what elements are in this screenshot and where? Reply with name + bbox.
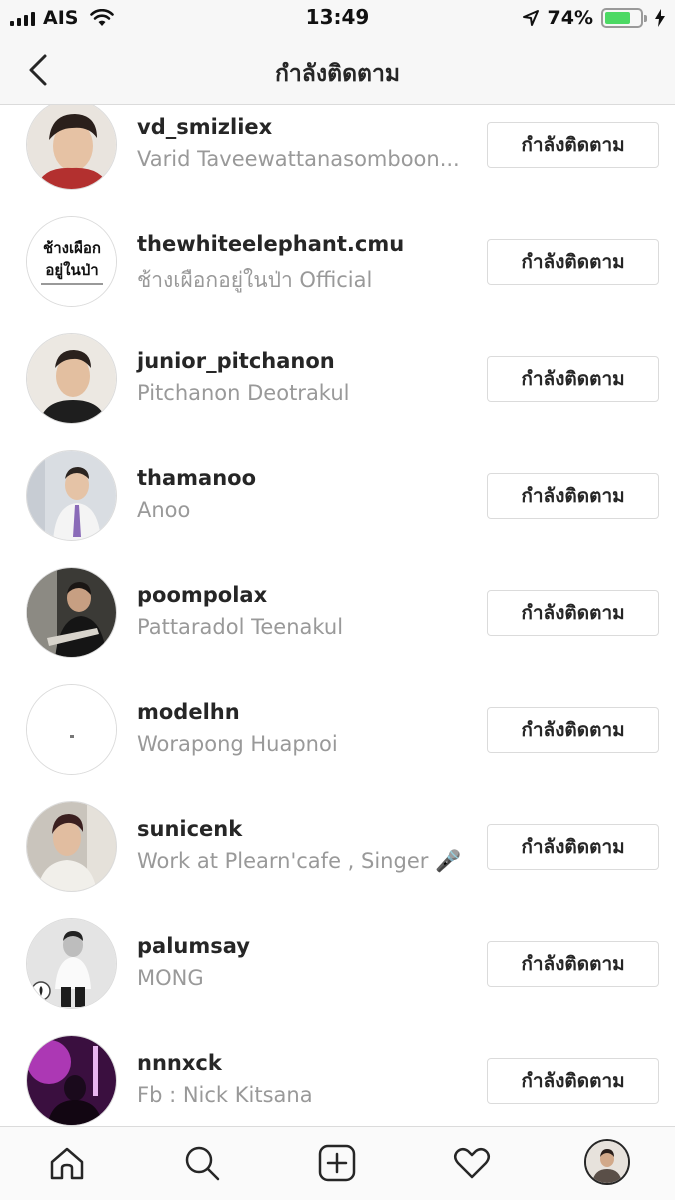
- full-name: Pattaradol Teenakul: [137, 615, 344, 639]
- charging-bolt-icon: [655, 9, 665, 27]
- following-button[interactable]: กำลังติดตาม: [487, 473, 659, 519]
- following-button[interactable]: กำลังติดตาม: [487, 941, 659, 987]
- avatar-logo-line-1: ช้างเผือก: [43, 239, 101, 257]
- username[interactable]: sunicenk: [137, 817, 242, 841]
- following-button[interactable]: กำลังติดตาม: [487, 239, 659, 285]
- status-bar: AIS 13:49 74%: [0, 0, 675, 36]
- search-icon: [185, 1146, 220, 1181]
- username[interactable]: modelhn: [137, 700, 240, 724]
- battery-percent: 74%: [547, 7, 593, 29]
- list-item: poompolax Pattaradol Teenakul กำลังติดตา…: [0, 563, 675, 680]
- following-button[interactable]: กำลังติดตาม: [487, 356, 659, 402]
- list-item: modelhn Worapong Huapnoi กำลังติดตาม: [0, 680, 675, 797]
- list-item: thamanoo Anoo กำลังติดตาม: [0, 446, 675, 563]
- tab-search[interactable]: [180, 1141, 224, 1185]
- profile-avatar: [586, 1141, 628, 1183]
- avatar-logo-line-2: อยู่ในป่า: [45, 261, 98, 280]
- full-name: Fb : Nick Kitsana: [137, 1083, 313, 1107]
- bottom-tab-bar: [0, 1126, 675, 1200]
- username[interactable]: vd_smizliex: [137, 115, 272, 139]
- username[interactable]: junior_pitchanon: [137, 349, 335, 373]
- full-name: Anoo: [137, 498, 191, 522]
- tab-add-post[interactable]: [315, 1141, 359, 1185]
- list-item: junior_pitchanon Pitchanon Deotrakul กำล…: [0, 329, 675, 446]
- username[interactable]: palumsay: [137, 934, 250, 958]
- full-name: Worapong Huapnoi: [137, 732, 338, 756]
- avatar[interactable]: [26, 684, 117, 775]
- full-name: ช้างเผือกอยู่ในป่า Official: [137, 268, 373, 292]
- following-button[interactable]: กำลังติดตาม: [487, 824, 659, 870]
- battery-icon: [601, 8, 647, 28]
- following-button[interactable]: กำลังติดตาม: [487, 707, 659, 753]
- avatar[interactable]: [26, 567, 117, 658]
- list-item: sunicenk Work at Plearn'cafe , Singer 🎤 …: [0, 797, 675, 914]
- page-title: กำลังติดตาม: [274, 61, 401, 87]
- home-icon: [50, 1147, 84, 1180]
- avatar[interactable]: [26, 450, 117, 541]
- username[interactable]: thamanoo: [137, 466, 256, 490]
- nav-header: กำลังติดตาม: [0, 36, 675, 105]
- following-list[interactable]: vd_smizliex Varid Taveewattanasomboon...…: [0, 105, 675, 1126]
- following-button[interactable]: กำลังติดตาม: [487, 122, 659, 168]
- full-name: Work at Plearn'cafe , Singer 🎤: [137, 849, 462, 873]
- username[interactable]: nnnxck: [137, 1051, 222, 1075]
- tab-home[interactable]: [45, 1141, 89, 1185]
- list-item: nnnxck Fb : Nick Kitsana กำลังติดตาม: [0, 1031, 675, 1126]
- avatar[interactable]: ช้างเผือก อยู่ในป่า: [26, 216, 117, 307]
- list-item: vd_smizliex Varid Taveewattanasomboon...…: [0, 105, 675, 212]
- add-post-icon: [318, 1144, 356, 1182]
- tab-profile[interactable]: [584, 1139, 630, 1185]
- following-button[interactable]: กำลังติดตาม: [487, 590, 659, 636]
- avatar[interactable]: [26, 105, 117, 190]
- avatar[interactable]: [26, 918, 117, 1009]
- list-item: palumsay MONG กำลังติดตาม: [0, 914, 675, 1031]
- avatar[interactable]: [26, 801, 117, 892]
- avatar[interactable]: [26, 333, 117, 424]
- status-right: 74%: [522, 6, 665, 30]
- tab-activity[interactable]: [450, 1141, 494, 1185]
- full-name: Pitchanon Deotrakul: [137, 381, 350, 405]
- username[interactable]: poompolax: [137, 583, 267, 607]
- location-arrow-icon: [522, 10, 539, 26]
- following-button[interactable]: กำลังติดตาม: [487, 1058, 659, 1104]
- full-name: MONG: [137, 966, 204, 990]
- list-item: ช้างเผือก อยู่ในป่า thewhiteelephant.cmu…: [0, 212, 675, 329]
- full-name: Varid Taveewattanasomboon...: [137, 147, 460, 171]
- username[interactable]: thewhiteelephant.cmu: [137, 232, 404, 256]
- battery-fill: [605, 12, 631, 24]
- heart-icon: [454, 1148, 490, 1179]
- avatar[interactable]: [26, 1035, 117, 1126]
